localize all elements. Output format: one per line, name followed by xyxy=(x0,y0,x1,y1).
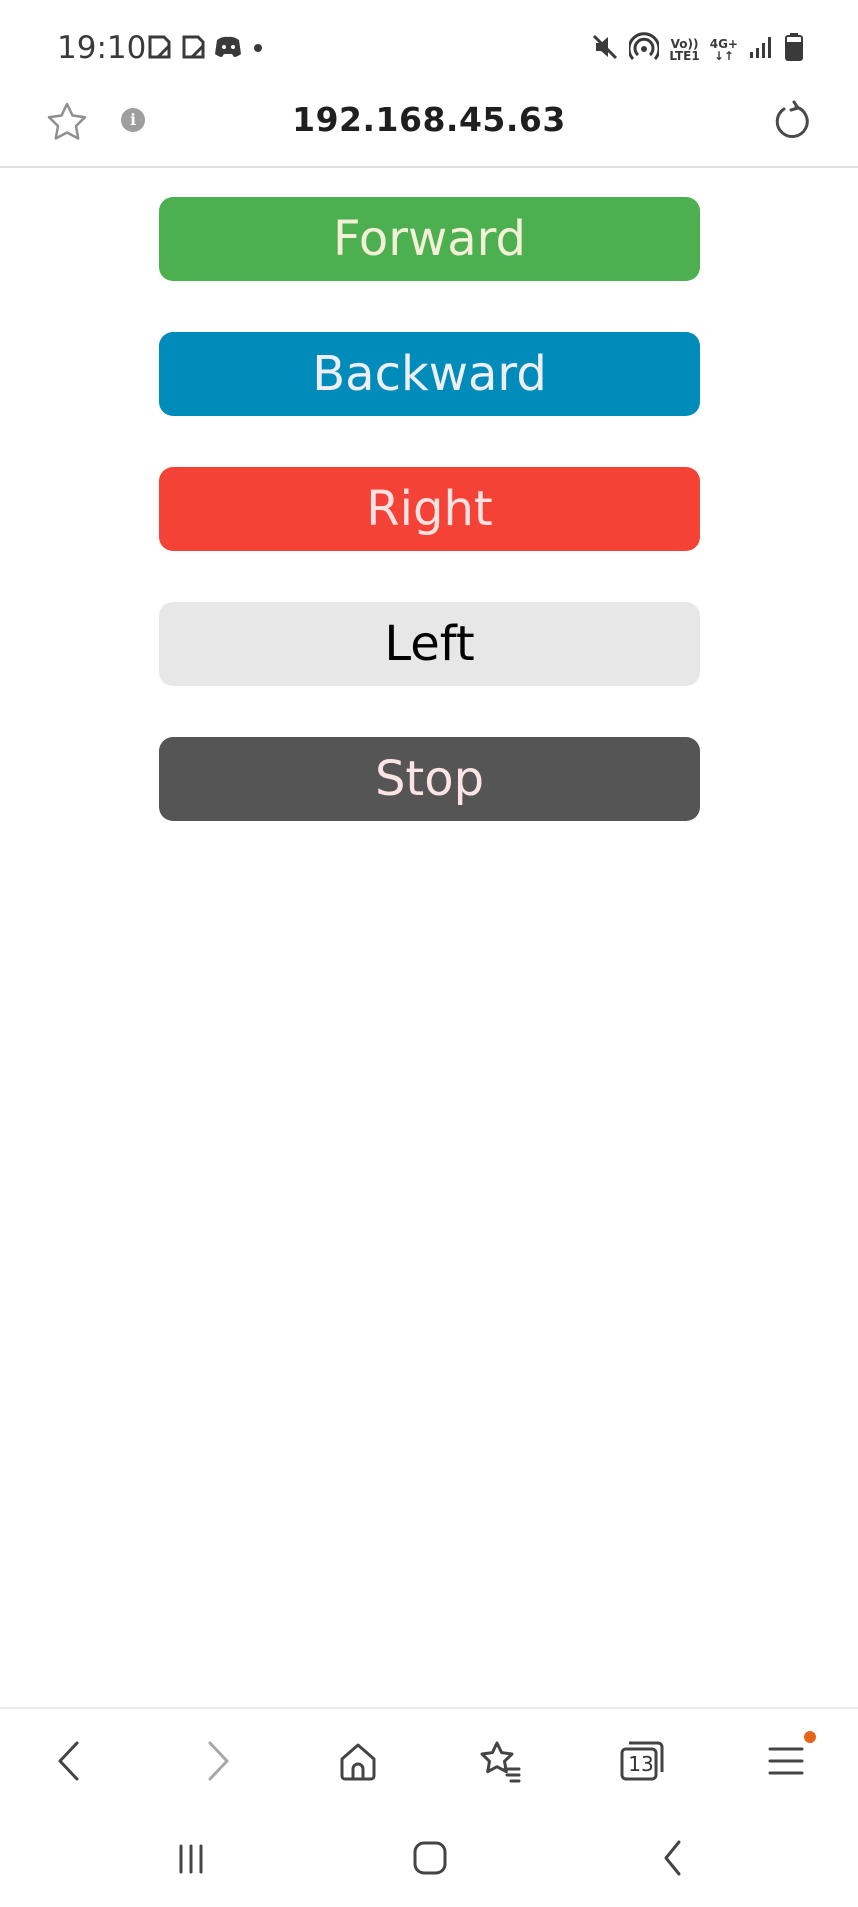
dot-icon xyxy=(252,41,264,59)
forward-button[interactable]: Forward xyxy=(159,197,700,281)
discord-icon xyxy=(214,34,244,65)
right-button[interactable]: Right xyxy=(159,467,700,551)
reload-icon[interactable] xyxy=(770,100,812,147)
bookmarks-icon[interactable] xyxy=(476,1737,524,1785)
back-icon[interactable] xyxy=(46,1737,94,1785)
left-button[interactable]: Left xyxy=(159,602,700,686)
system-status-icons: Vo)) LTE1 4G+ ↓↑ xyxy=(591,32,804,67)
recents-icon[interactable] xyxy=(166,1833,216,1883)
browser-screen: 19:10 Vo)) LTE1 4G+ ↓↑ i 192.168.45.63 F… xyxy=(0,0,858,1907)
volte-indicator: Vo)) LTE1 xyxy=(669,38,699,62)
address-bar[interactable]: i 192.168.45.63 xyxy=(0,88,858,168)
mute-icon xyxy=(591,33,619,66)
menu-icon[interactable] xyxy=(762,1731,816,1785)
note-icon xyxy=(146,34,172,65)
tabs-count: 13 xyxy=(628,1752,654,1776)
hotspot-icon xyxy=(627,32,661,67)
backward-button[interactable]: Backward xyxy=(159,332,700,416)
volte-label: Vo)) xyxy=(670,36,699,51)
tabs-icon[interactable]: 13 xyxy=(618,1737,666,1785)
forward-icon[interactable] xyxy=(193,1737,241,1785)
stop-button[interactable]: Stop xyxy=(159,737,700,821)
network-label: 4G+ xyxy=(709,36,738,51)
note-icon-2 xyxy=(180,34,206,65)
lte-label: LTE1 xyxy=(669,48,700,63)
back-icon[interactable] xyxy=(648,1833,698,1883)
url-text[interactable]: 192.168.45.63 xyxy=(0,100,858,139)
home-icon[interactable] xyxy=(405,1833,455,1883)
browser-toolbar: 13 xyxy=(0,1707,858,1809)
signal-icon xyxy=(748,34,774,65)
network-type-indicator: 4G+ ↓↑ xyxy=(710,38,738,62)
battery-icon xyxy=(784,32,804,67)
notification-icons xyxy=(146,34,264,65)
status-bar: 19:10 Vo)) LTE1 4G+ ↓↑ xyxy=(0,0,858,88)
system-navigation-bar xyxy=(0,1809,858,1907)
home-icon[interactable] xyxy=(334,1737,382,1785)
notification-dot xyxy=(804,1731,816,1743)
status-time: 19:10 xyxy=(57,30,147,66)
data-arrows-label: ↓↑ xyxy=(713,48,734,63)
